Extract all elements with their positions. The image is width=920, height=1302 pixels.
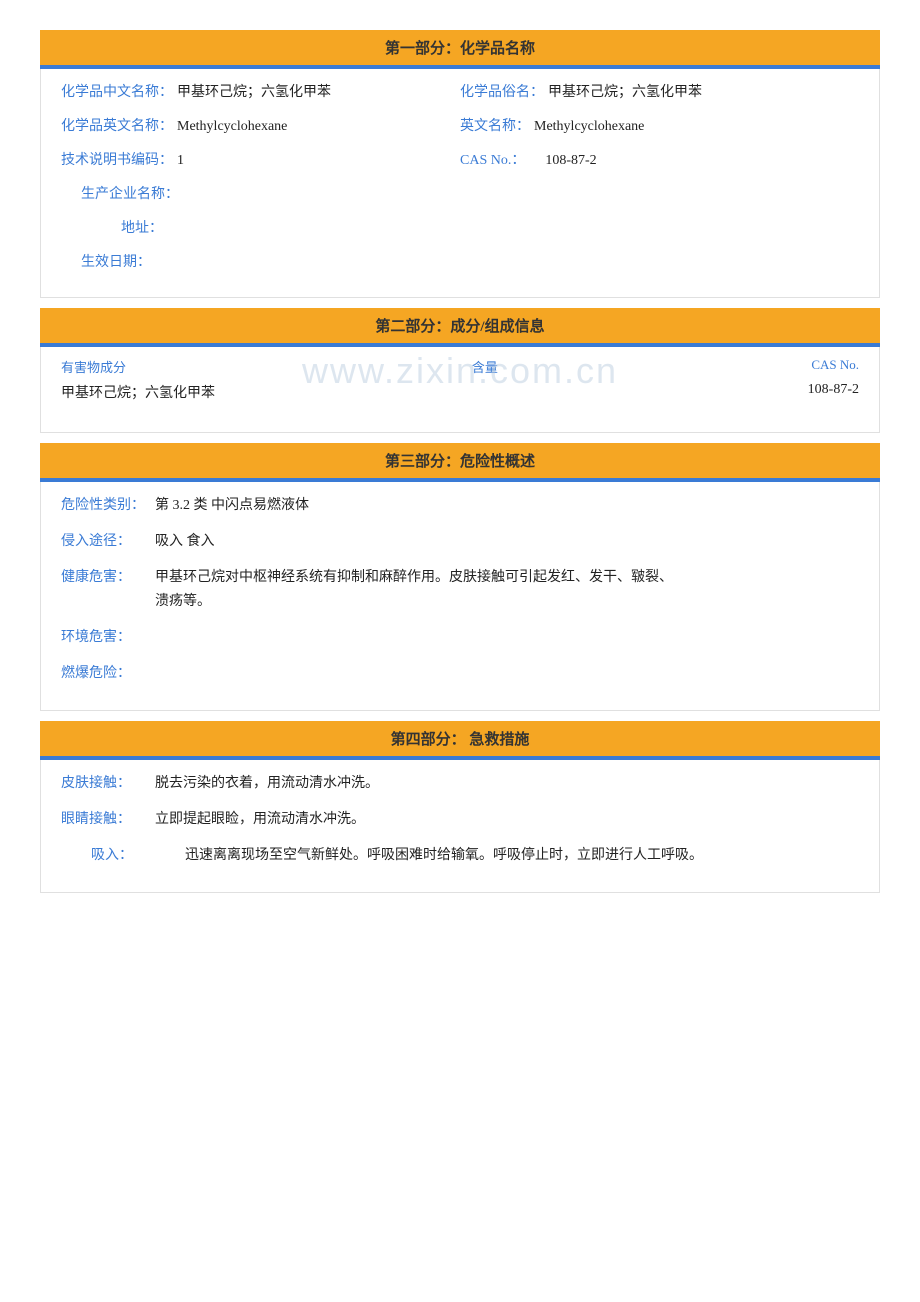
part3-row-fire-hazard: 燃爆危险：	[61, 662, 859, 682]
common-name-label: 化学品俗名：	[460, 81, 544, 101]
part1-row5: 地址：	[61, 217, 859, 237]
cas-field: CAS No.： 108-87-2	[460, 149, 859, 169]
part1-content: 化学品中文名称： 甲基环己烷；六氢化甲苯 化学品俗名： 甲基环己烷；六氢化甲苯 …	[40, 69, 880, 298]
health-hazard-value: 甲基环己烷对中枢神经系统有抑制和麻醉作用。皮肤接触可引起发红、发干、皲裂、	[155, 566, 859, 586]
invasion-value: 吸入 食入	[155, 530, 859, 550]
skin-label: 皮肤接触：	[61, 772, 151, 792]
env-hazard-label: 环境危害：	[61, 626, 151, 646]
cas-value: 108-87-2	[545, 153, 596, 169]
english-name2-field: 英文名称： Methylcyclohexane	[460, 115, 859, 135]
part4-content: 皮肤接触： 脱去污染的衣着，用流动清水冲洗。 眼睛接触： 立即提起眼睑，用流动清…	[40, 760, 880, 893]
hazard-class-value: 第 3.2 类 中闪点易燃液体	[155, 494, 859, 514]
manual-code-label: 技术说明书编码：	[61, 149, 173, 169]
invasion-label: 侵入途径：	[61, 530, 151, 550]
part1-header: 第一部分：化学品名称	[40, 30, 880, 65]
part3-header: 第三部分：危险性概述	[40, 443, 880, 478]
cas-label: CAS No.：	[460, 149, 525, 169]
part1-row3: 技术说明书编码： 1 CAS No.： 108-87-2	[61, 149, 859, 169]
english-name-label: 化学品英文名称：	[61, 115, 173, 135]
common-name-field: 化学品俗名： 甲基环己烷；六氢化甲苯	[460, 81, 859, 101]
part4-header: 第四部分： 急救措施	[40, 721, 880, 756]
part1-row1: 化学品中文名称： 甲基环己烷；六氢化甲苯 化学品俗名： 甲基环己烷；六氢化甲苯	[61, 81, 859, 101]
part4-row-inhale: 吸入： 迅速离离现场至空气新鲜处。呼吸困难时给输氧。呼吸停止时，立即进行人工呼吸…	[61, 844, 859, 864]
part2-col1-header: 有害物成分	[61, 357, 360, 376]
part1-row4: 生产企业名称：	[61, 183, 859, 203]
part2-header: 第二部分：成分/组成信息	[40, 308, 880, 343]
health-hazard-cont: 溃疡等。	[155, 590, 859, 610]
part2-content: 有害物成分 含量 CAS No. 甲基环己烷；六氢化甲苯 108-87-2 ww…	[40, 347, 880, 433]
address-label: 地址：	[121, 217, 163, 237]
part2-table-header: 有害物成分 含量 CAS No.	[61, 357, 859, 376]
part2-val2	[360, 382, 609, 402]
part3-row-hazard-class: 危险性类别： 第 3.2 类 中闪点易燃液体	[61, 494, 859, 514]
inhale-label: 吸入：	[91, 844, 181, 864]
part4-row-skin: 皮肤接触： 脱去污染的衣着，用流动清水冲洗。	[61, 772, 859, 792]
eye-value: 立即提起眼睑，用流动清水冲洗。	[155, 808, 859, 828]
common-name-value: 甲基环己烷；六氢化甲苯	[548, 81, 702, 101]
part2-col3-header: CAS No.	[610, 357, 859, 376]
skin-value: 脱去污染的衣着，用流动清水冲洗。	[155, 772, 859, 792]
english-name2-label: 英文名称：	[460, 115, 530, 135]
manual-code-value: 1	[177, 153, 184, 169]
manual-code-field: 技术说明书编码： 1	[61, 149, 460, 169]
part2-val1: 甲基环己烷；六氢化甲苯	[61, 382, 360, 402]
part3-content: 危险性类别： 第 3.2 类 中闪点易燃液体 侵入途径： 吸入 食入 健康危害：…	[40, 482, 880, 711]
part3-row-env-hazard: 环境危害：	[61, 626, 859, 646]
company-label: 生产企业名称：	[81, 183, 179, 203]
part1-row2: 化学品英文名称： Methylcyclohexane 英文名称： Methylc…	[61, 115, 859, 135]
part3-row-health-hazard: 健康危害： 甲基环己烷对中枢神经系统有抑制和麻醉作用。皮肤接触可引起发红、发干、…	[61, 566, 859, 586]
chinese-name-value: 甲基环己烷；六氢化甲苯	[177, 81, 331, 101]
part2-val3: 108-87-2	[610, 382, 859, 402]
effective-date-label: 生效日期：	[81, 251, 151, 271]
english-name2-value: Methylcyclohexane	[534, 119, 644, 135]
hazard-class-label: 危险性类别：	[61, 494, 151, 514]
health-hazard-label: 健康危害：	[61, 566, 151, 586]
part2-col2-header: 含量	[360, 357, 609, 376]
part3-row-invasion: 侵入途径： 吸入 食入	[61, 530, 859, 550]
chinese-name-label: 化学品中文名称：	[61, 81, 173, 101]
english-name-field: 化学品英文名称： Methylcyclohexane	[61, 115, 460, 135]
eye-label: 眼睛接触：	[61, 808, 151, 828]
part2-row1: 甲基环己烷；六氢化甲苯 108-87-2	[61, 382, 859, 402]
part1-row6: 生效日期：	[61, 251, 859, 271]
part4-row-eye: 眼睛接触： 立即提起眼睑，用流动清水冲洗。	[61, 808, 859, 828]
fire-hazard-label: 燃爆危险：	[61, 662, 151, 682]
english-name-value: Methylcyclohexane	[177, 119, 287, 135]
chinese-name-field: 化学品中文名称： 甲基环己烷；六氢化甲苯	[61, 81, 460, 101]
inhale-value: 迅速离离现场至空气新鲜处。呼吸困难时给输氧。呼吸停止时，立即进行人工呼吸。	[185, 844, 859, 864]
